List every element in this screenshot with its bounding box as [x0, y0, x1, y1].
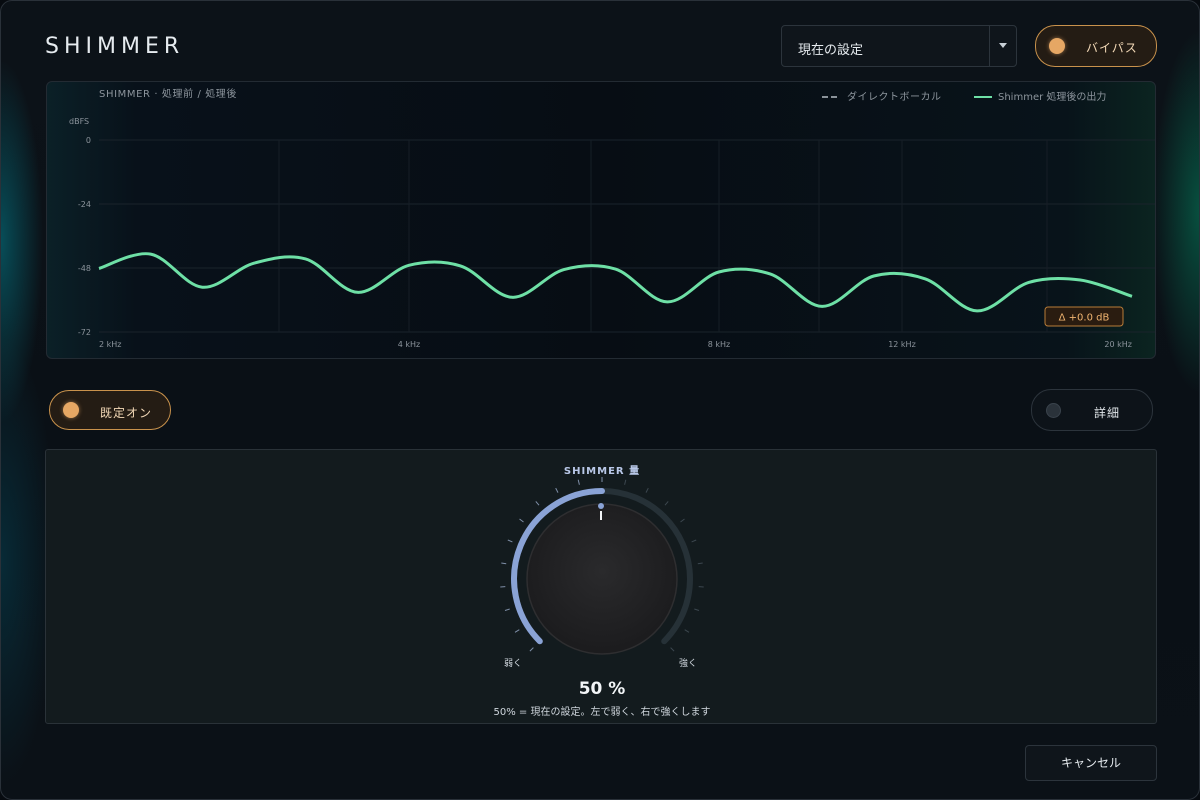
detail-indicator-icon — [1046, 403, 1061, 418]
knob-tick — [670, 647, 675, 652]
knob-tick — [519, 518, 524, 523]
knob-tick — [577, 479, 580, 485]
default-on-indicator-icon — [63, 402, 79, 418]
knob-tick — [501, 562, 507, 565]
preset-dropdown-arrow[interactable] — [989, 26, 1016, 66]
delta-badge-text: Δ +0.0 dB — [1059, 313, 1110, 324]
knob-tick — [684, 629, 690, 633]
x-tick-label: 12 kHz — [888, 340, 916, 349]
knob-dial[interactable] — [526, 503, 678, 655]
default-on-label: 既定オン — [100, 406, 153, 420]
knob-tick — [555, 487, 559, 493]
x-tick-label: 2 kHz — [99, 340, 121, 349]
knob-tick — [680, 518, 685, 523]
wet-series-line — [98, 252, 1133, 313]
plugin-window: SHIMMER 現在の設定 バイパス SHIMMER · 処理前 / 処理後 d… — [0, 0, 1200, 800]
x-tick-label: 8 kHz — [708, 340, 730, 349]
y-tick-label: 0 — [86, 136, 91, 145]
knob-tick — [504, 608, 510, 611]
knob-tick — [529, 647, 534, 652]
preset-selected-label: 現在の設定 — [798, 43, 864, 58]
x-tick-label: 4 kHz — [398, 340, 420, 349]
knob-tick — [691, 539, 697, 543]
detail-label: 詳細 — [1094, 406, 1121, 420]
detail-toggle[interactable]: 詳細 — [1031, 389, 1153, 431]
spectrum-chart: SHIMMER · 処理前 / 処理後 dBFS ダイレクトボーカル Shimm… — [69, 87, 1155, 349]
y-tick-label: -24 — [78, 200, 91, 209]
chevron-down-icon — [999, 43, 1007, 48]
knob-tick — [664, 501, 669, 506]
legend-dry-label: ダイレクトボーカル — [847, 90, 942, 103]
app-title: SHIMMER — [45, 34, 185, 59]
chart-legend: ダイレクトボーカル Shimmer 処理後の出力 — [822, 90, 1106, 103]
knob-tick — [507, 539, 513, 543]
knob-tick — [535, 501, 540, 506]
x-ticks: 2 kHz 4 kHz 8 kHz 12 kHz 20 kHz — [99, 340, 1132, 349]
knob-help-text: 50% = 現在の設定。左で弱く、右で強くします — [493, 707, 711, 718]
knob-min-label: 弱く — [504, 659, 523, 669]
default-on-toggle[interactable]: 既定オン — [49, 390, 171, 430]
y-tick-label: -72 — [78, 328, 91, 337]
knob-tick — [645, 487, 649, 493]
knob-tick — [624, 479, 627, 485]
knob-max-label: 強く — [679, 659, 698, 669]
delta-badge: Δ +0.0 dB — [1044, 306, 1124, 327]
y-axis-unit: dBFS — [69, 117, 89, 126]
knob-tick — [694, 608, 700, 611]
knob-value-readout: 50 % — [578, 679, 626, 699]
spectrum-chart-panel: SHIMMER · 処理前 / 処理後 dBFS ダイレクトボーカル Shimm… — [46, 81, 1156, 359]
bypass-indicator-icon — [1049, 38, 1065, 54]
y-tick-label: -48 — [78, 264, 91, 273]
cancel-button[interactable]: キャンセル — [1025, 745, 1157, 781]
bypass-toggle[interactable]: バイパス — [1035, 25, 1157, 67]
bypass-label: バイパス — [1086, 41, 1138, 55]
y-ticks: 0 -24 -48 -72 — [78, 136, 91, 337]
chart-caption: SHIMMER · 処理前 / 処理後 — [99, 87, 237, 100]
preset-select[interactable]: 現在の設定 — [781, 25, 1017, 67]
knob-panel: SHIMMER 量 弱く 強く 50 % 50% = 現在の設定。左で弱く、右で… — [45, 449, 1157, 724]
knob-tick — [514, 629, 520, 633]
knob-tick — [697, 562, 703, 565]
x-tick-label: 20 kHz — [1104, 340, 1132, 349]
legend-wet-label: Shimmer 処理後の出力 — [998, 90, 1106, 103]
